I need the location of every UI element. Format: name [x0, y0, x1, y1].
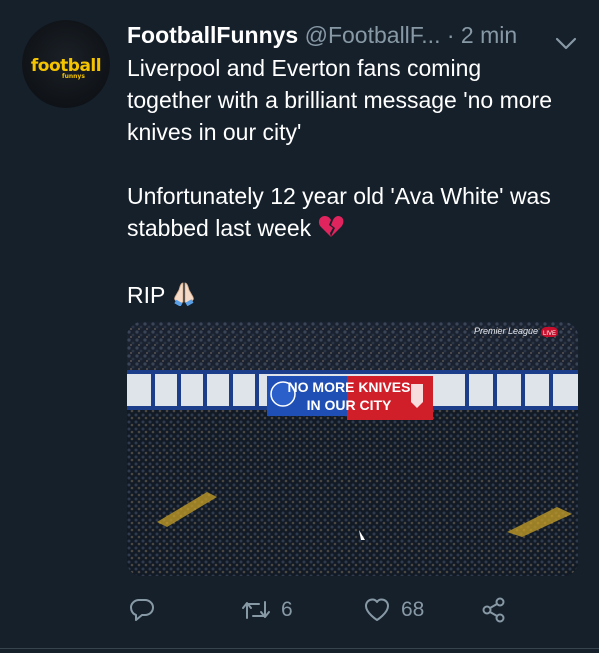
tweet-text: Liverpool and Everton fans coming togeth…: [127, 52, 567, 314]
retweet-count: 6: [281, 598, 293, 621]
display-name[interactable]: FootballFunnys: [127, 22, 298, 48]
caret-down-icon[interactable]: [555, 27, 577, 50]
banner-text-line-2: IN OUR CITY: [307, 397, 392, 413]
broadcaster-label: Premier League: [474, 326, 538, 336]
stadium-photo: NO MORE KNIVES IN OUR CITY Premier Leagu…: [127, 322, 578, 576]
tweet-line-3: RIP: [127, 282, 165, 308]
retweet-button[interactable]: 6: [241, 592, 293, 628]
tweet[interactable]: football funnys FootballFunnys @Football…: [0, 0, 599, 653]
banner-text-line-1: NO MORE KNIVES: [288, 379, 411, 395]
tweet-line-1: Liverpool and Everton fans coming togeth…: [127, 55, 565, 145]
like-icon: [363, 597, 391, 623]
tweet-header: FootballFunnys @FootballF... · 2 min: [127, 19, 587, 51]
share-button[interactable]: [481, 592, 507, 628]
user-handle[interactable]: @FootballF...: [305, 22, 441, 48]
divider: [0, 648, 599, 649]
avatar[interactable]: football funnys: [22, 20, 110, 108]
tweet-actions: 6 68: [127, 592, 567, 632]
tweet-media-image[interactable]: NO MORE KNIVES IN OUR CITY Premier Leagu…: [127, 322, 578, 576]
like-count: 68: [401, 598, 425, 621]
live-badge: LIVE: [543, 331, 556, 337]
broken-heart-icon: [318, 215, 344, 247]
reply-button[interactable]: [129, 592, 155, 628]
reply-icon: [129, 597, 155, 623]
avatar-logo-subtext: funnys: [62, 73, 85, 80]
like-button[interactable]: 68: [363, 592, 424, 628]
share-icon: [481, 597, 507, 623]
timestamp[interactable]: · 2 min: [447, 22, 517, 48]
retweet-icon: [241, 598, 271, 622]
praying-hands-icon: [171, 280, 197, 314]
